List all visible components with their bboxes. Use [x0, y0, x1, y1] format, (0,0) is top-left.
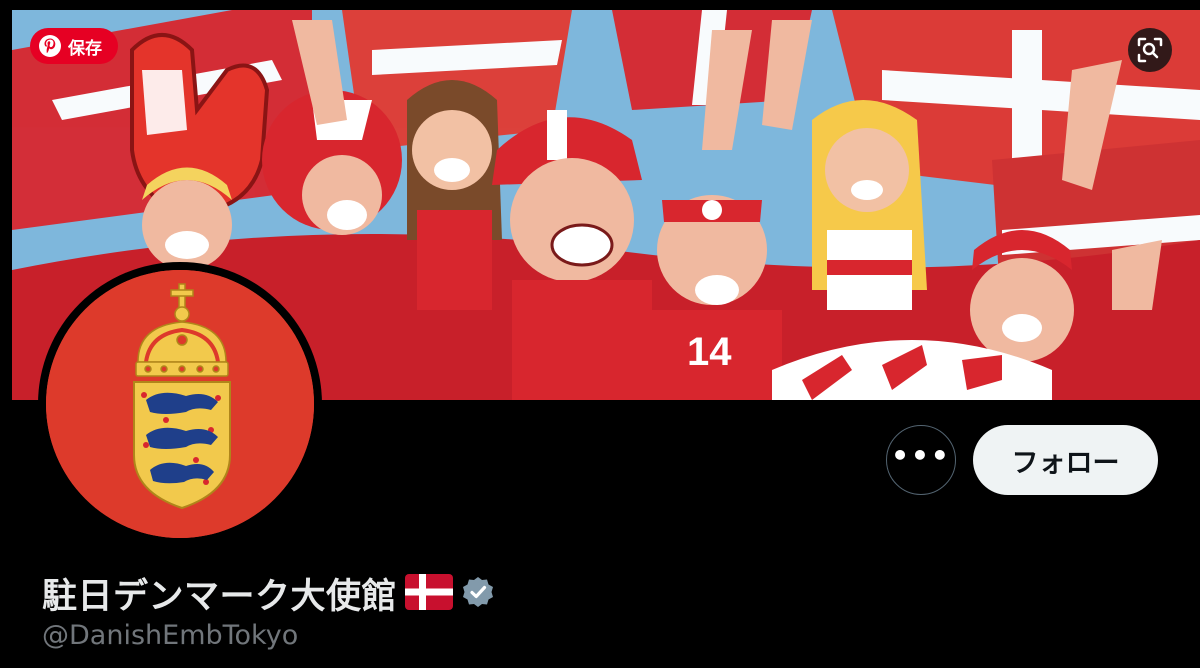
pinterest-logo-icon — [38, 34, 62, 58]
danish-royal-coat-of-arms-icon — [46, 270, 314, 538]
display-name: 駐日デンマーク大使館 — [42, 577, 398, 617]
visual-search-button[interactable] — [1128, 28, 1172, 72]
pinterest-save-button[interactable]: 保存 — [30, 28, 118, 64]
more-options-button[interactable]: ••• — [886, 425, 956, 495]
denmark-flag-icon — [405, 573, 454, 614]
more-icon: ••• — [891, 438, 951, 472]
visual-search-icon — [1137, 37, 1163, 63]
follow-button[interactable]: フォロー — [973, 425, 1158, 495]
follow-label: フォロー — [1011, 447, 1120, 479]
top-edge — [0, 0, 1200, 10]
save-label: 保存 — [68, 38, 102, 59]
svg-text:14: 14 — [687, 330, 732, 374]
avatar[interactable] — [46, 270, 314, 538]
profile-handle: @DanishEmbTokyo — [42, 620, 299, 651]
verified-badge-icon[interactable] — [461, 575, 495, 613]
profile-name-row: 駐日デンマーク大使館 — [42, 568, 495, 619]
